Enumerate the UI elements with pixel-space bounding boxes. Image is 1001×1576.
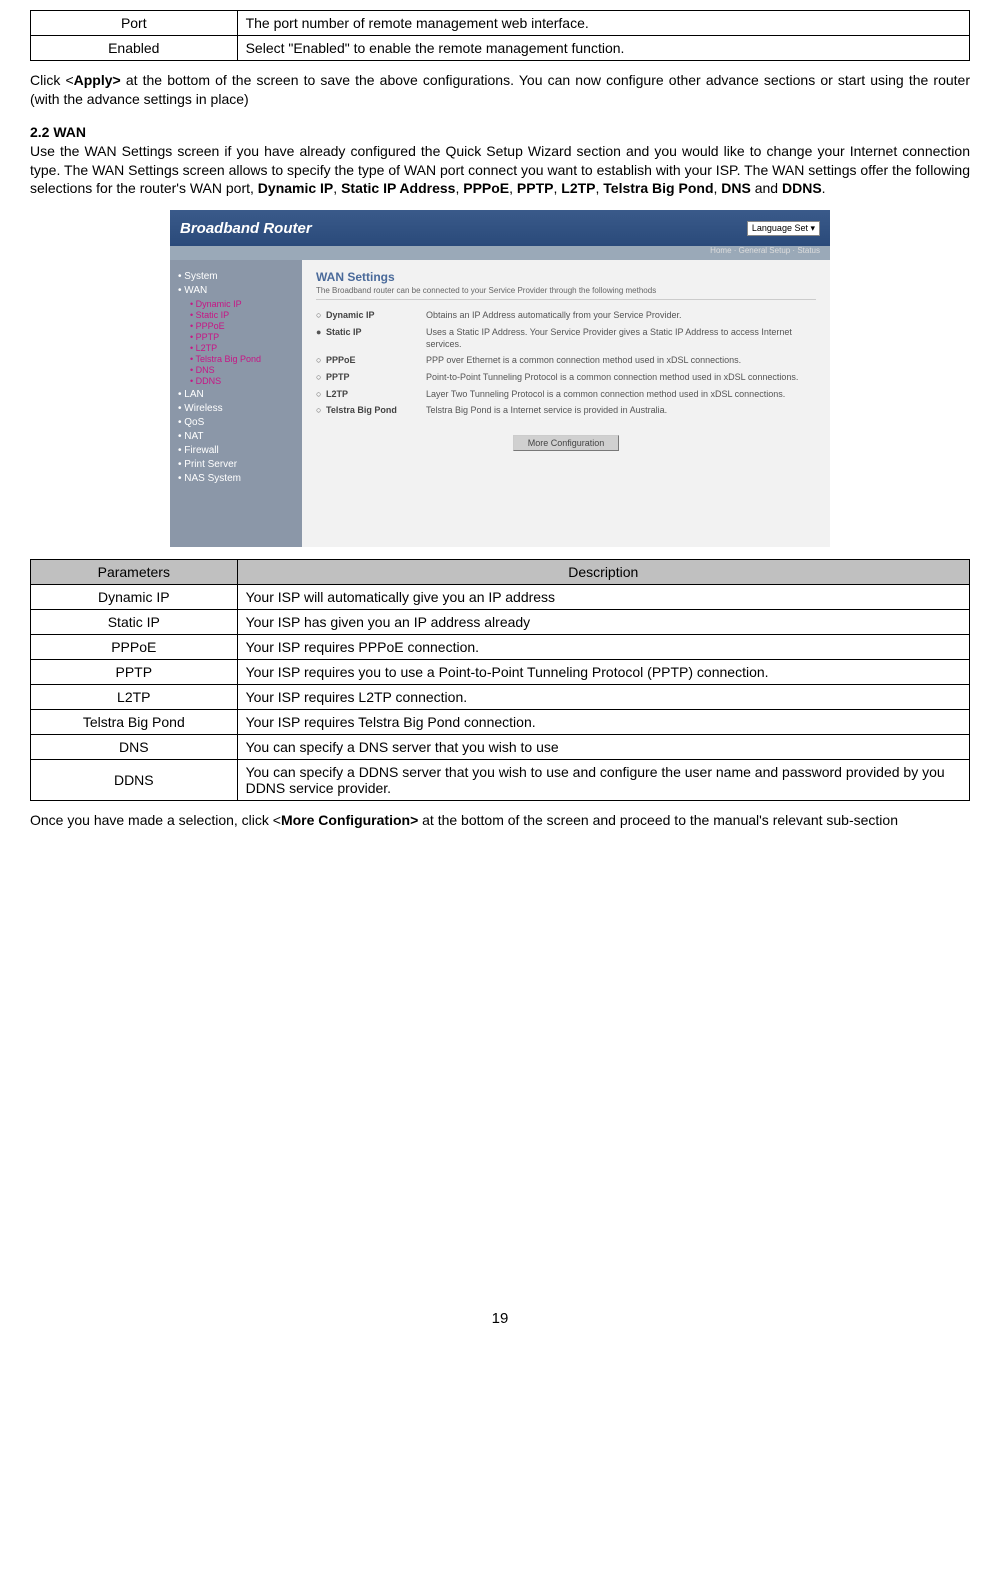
router-title: Broadband Router: [180, 220, 312, 237]
param-cell: PPTP: [31, 660, 238, 685]
table-row: Port The port number of remote managemen…: [31, 11, 970, 36]
wan-option-row: ● Static IP Uses a Static IP Address. Yo…: [316, 327, 816, 350]
param-cell: Port: [31, 11, 238, 36]
desc-cell: Your ISP requires PPPoE connection.: [237, 635, 969, 660]
desc-cell: Your ISP requires you to use a Point-to-…: [237, 660, 969, 685]
param-cell: DNS: [31, 735, 238, 760]
desc-cell: Your ISP has given you an IP address alr…: [237, 610, 969, 635]
param-cell: L2TP: [31, 685, 238, 710]
desc-cell: Your ISP requires L2TP connection.: [237, 685, 969, 710]
radio-icon[interactable]: ○: [316, 355, 326, 365]
wan-option-row: ○ L2TP Layer Two Tunneling Protocol is a…: [316, 389, 816, 401]
param-cell: Static IP: [31, 610, 238, 635]
param-cell: Enabled: [31, 36, 238, 61]
radio-icon[interactable]: ○: [316, 372, 326, 382]
sidebar-item[interactable]: • NAT: [178, 431, 298, 442]
desc-cell: The port number of remote management web…: [237, 11, 969, 36]
sidebar-subitem[interactable]: • DNS: [190, 365, 298, 375]
sidebar-item[interactable]: • NAS System: [178, 473, 298, 484]
table-row: Static IPYour ISP has given you an IP ad…: [31, 610, 970, 635]
sidebar-subitem[interactable]: • L2TP: [190, 343, 298, 353]
button-container: More Configuration: [316, 425, 816, 451]
page-number: 19: [30, 1310, 970, 1327]
sidebar-subitem[interactable]: • Dynamic IP: [190, 299, 298, 309]
wan-option-row: ○ Telstra Big Pond Telstra Big Pond is a…: [316, 405, 816, 417]
wan-option-desc: Point-to-Point Tunneling Protocol is a c…: [426, 372, 816, 384]
wan-option-label: Telstra Big Pond: [326, 405, 426, 415]
sidebar-subitem[interactable]: • Telstra Big Pond: [190, 354, 298, 364]
desc-cell: Your ISP will automatically give you an …: [237, 585, 969, 610]
sidebar-item[interactable]: • Print Server: [178, 459, 298, 470]
param-cell: Dynamic IP: [31, 585, 238, 610]
table-header-row: Parameters Description: [31, 560, 970, 585]
wan-option-label: PPPoE: [326, 355, 426, 365]
wan-settings-subtitle: The Broadband router can be connected to…: [316, 286, 816, 300]
parameter-table-wan: Parameters Description Dynamic IPYour IS…: [30, 559, 970, 801]
sidebar-item[interactable]: • QoS: [178, 417, 298, 428]
wan-option-label: L2TP: [326, 389, 426, 399]
table-row: PPPoEYour ISP requires PPPoE connection.: [31, 635, 970, 660]
apply-paragraph: Click <Apply> at the bottom of the scree…: [30, 71, 970, 109]
radio-icon[interactable]: ●: [316, 327, 326, 337]
language-select[interactable]: Language Set ▾: [747, 221, 820, 236]
wan-option-desc: PPP over Ethernet is a common connection…: [426, 355, 816, 367]
screenshot-main: WAN Settings The Broadband router can be…: [302, 260, 830, 547]
param-cell: PPPoE: [31, 635, 238, 660]
screenshot-header: Broadband Router Language Set ▾: [170, 210, 830, 246]
table-row: PPTPYour ISP requires you to use a Point…: [31, 660, 970, 685]
wan-option-desc: Obtains an IP Address automatically from…: [426, 310, 816, 322]
wan-option-label: Dynamic IP: [326, 310, 426, 320]
screenshot-sidebar: • System • WAN • Dynamic IP • Static IP …: [170, 260, 302, 547]
desc-cell: Your ISP requires Telstra Big Pond conne…: [237, 710, 969, 735]
table-row: Telstra Big PondYour ISP requires Telstr…: [31, 710, 970, 735]
wan-settings-title: WAN Settings: [316, 270, 816, 284]
wan-option-desc: Uses a Static IP Address. Your Service P…: [426, 327, 816, 350]
wan-option-row: ○ PPPoE PPP over Ethernet is a common co…: [316, 355, 816, 367]
wan-option-label: Static IP: [326, 327, 426, 337]
param-cell: Telstra Big Pond: [31, 710, 238, 735]
radio-icon[interactable]: ○: [316, 310, 326, 320]
screenshot-subheader: Home · General Setup · Status: [170, 246, 830, 260]
param-cell: DDNS: [31, 760, 238, 801]
wan-option-label: PPTP: [326, 372, 426, 382]
sidebar-item[interactable]: • Wireless: [178, 403, 298, 414]
desc-cell: Select "Enabled" to enable the remote ma…: [237, 36, 969, 61]
more-configuration-paragraph: Once you have made a selection, click <M…: [30, 811, 970, 830]
sidebar-subitem[interactable]: • Static IP: [190, 310, 298, 320]
radio-icon[interactable]: ○: [316, 405, 326, 415]
table-row: L2TPYour ISP requires L2TP connection.: [31, 685, 970, 710]
wan-option-row: ○ PPTP Point-to-Point Tunneling Protocol…: [316, 372, 816, 384]
wan-option-row: ○ Dynamic IP Obtains an IP Address autom…: [316, 310, 816, 322]
header-parameters: Parameters: [31, 560, 238, 585]
wan-intro-paragraph: Use the WAN Settings screen if you have …: [30, 142, 970, 199]
desc-cell: You can specify a DNS server that you wi…: [237, 735, 969, 760]
router-screenshot: Broadband Router Language Set ▾ Home · G…: [170, 210, 830, 547]
header-description: Description: [237, 560, 969, 585]
wan-option-desc: Telstra Big Pond is a Internet service i…: [426, 405, 816, 417]
more-configuration-button[interactable]: More Configuration: [513, 435, 620, 451]
sidebar-subitem[interactable]: • DDNS: [190, 376, 298, 386]
section-heading: 2.2 WAN: [30, 123, 970, 142]
table-row: DDNSYou can specify a DDNS server that y…: [31, 760, 970, 801]
table-row: DNSYou can specify a DNS server that you…: [31, 735, 970, 760]
sidebar-item[interactable]: • LAN: [178, 389, 298, 400]
sidebar-item-wan[interactable]: • WAN: [178, 285, 298, 296]
table-row: Dynamic IPYour ISP will automatically gi…: [31, 585, 970, 610]
desc-cell: You can specify a DDNS server that you w…: [237, 760, 969, 801]
sidebar-item[interactable]: • Firewall: [178, 445, 298, 456]
sidebar-subitem[interactable]: • PPTP: [190, 332, 298, 342]
radio-icon[interactable]: ○: [316, 389, 326, 399]
parameter-table-top: Port The port number of remote managemen…: [30, 10, 970, 61]
sidebar-item[interactable]: • System: [178, 271, 298, 282]
table-row: Enabled Select "Enabled" to enable the r…: [31, 36, 970, 61]
sidebar-subitem[interactable]: • PPPoE: [190, 321, 298, 331]
wan-option-desc: Layer Two Tunneling Protocol is a common…: [426, 389, 816, 401]
